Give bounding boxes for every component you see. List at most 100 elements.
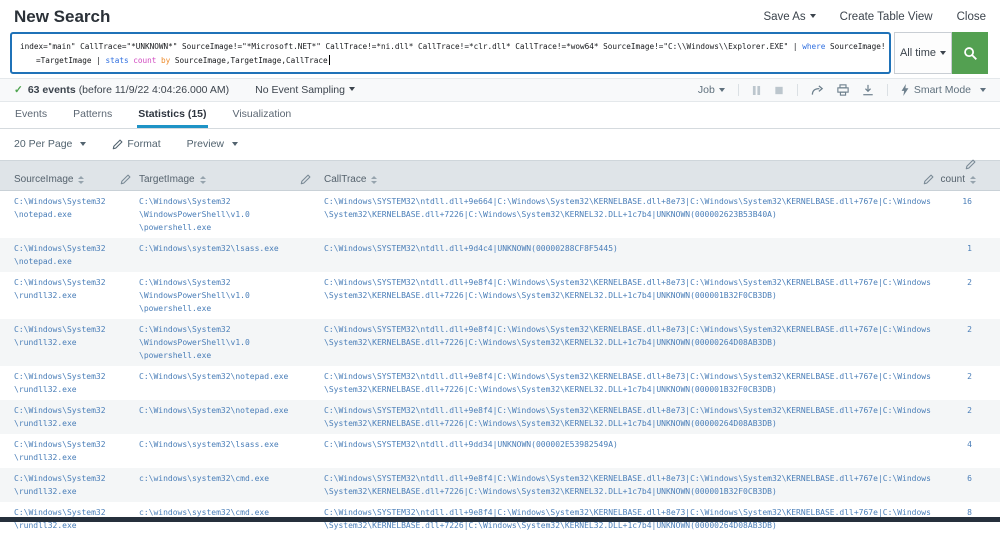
divider — [797, 84, 798, 96]
export-icon — [862, 84, 874, 96]
create-table-view-button[interactable]: Create Table View — [840, 11, 933, 23]
cell-source-image[interactable]: C:\Windows\System32\rundll32.exe — [14, 323, 114, 349]
table-row: C:\Windows\System32\rundll32.exe c:\wind… — [0, 468, 1000, 502]
table-row: C:\Windows\System32\rundll32.exe C:\Wind… — [0, 434, 1000, 468]
column-header-target-image[interactable]: TargetImage — [139, 174, 206, 185]
lightning-bolt-icon — [901, 84, 909, 96]
success-check-icon: ✓ — [14, 84, 23, 96]
cell-source-image[interactable]: C:\Windows\System32\rundll32.exe — [14, 438, 114, 464]
sort-icon — [970, 176, 976, 184]
caret-down-icon — [719, 88, 725, 92]
job-menu[interactable]: Job — [698, 84, 725, 96]
search-button[interactable] — [952, 32, 988, 74]
save-as-button[interactable]: Save As — [763, 11, 815, 23]
table-row: C:\Windows\System32\rundll32.exe C:\Wind… — [0, 400, 1000, 434]
cell-source-image[interactable]: C:\Windows\System32\notepad.exe — [14, 195, 114, 221]
close-button[interactable]: Close — [957, 11, 986, 23]
divider — [887, 84, 888, 96]
tab-patterns[interactable]: Patterns — [72, 108, 113, 128]
results-tabs: Events Patterns Statistics (15) Visualiz… — [0, 102, 1000, 129]
cell-count[interactable]: 2 — [934, 404, 976, 417]
cell-call-trace[interactable]: C:\Windows\SYSTEM32\ntdll.dll+9e8f4|C:\W… — [324, 370, 934, 396]
page-header: New Search Save As Create Table View Clo… — [0, 0, 1000, 32]
cell-source-image[interactable]: C:\Windows\System32\rundll32.exe — [14, 404, 114, 430]
search-bar: index="main" CallTrace="*UNKNOWN*" Sourc… — [10, 32, 988, 74]
cell-target-image[interactable]: C:\Windows\System32\WindowsPowerShell\v1… — [139, 323, 294, 362]
cell-target-image[interactable]: C:\Windows\system32\lsass.exe — [139, 438, 294, 451]
cell-count[interactable]: 16 — [934, 195, 976, 208]
column-header-source-image[interactable]: SourceImage — [14, 174, 84, 185]
cell-call-trace[interactable]: C:\Windows\SYSTEM32\ntdll.dll+9e8f4|C:\W… — [324, 276, 934, 302]
results-toolbar: 20 Per Page Format Preview — [0, 129, 1000, 160]
search-query-line-2: =TargetImage | stats count by SourceImag… — [20, 54, 885, 68]
share-icon — [811, 84, 824, 96]
cell-count[interactable]: 1 — [934, 242, 976, 255]
pencil-icon — [112, 139, 123, 150]
cell-count[interactable]: 2 — [934, 276, 976, 289]
cell-source-image[interactable]: C:\Windows\System32\notepad.exe — [14, 242, 114, 268]
caret-down-icon — [980, 88, 986, 92]
time-range-picker[interactable]: All time — [894, 32, 952, 74]
cell-call-trace[interactable]: C:\Windows\SYSTEM32\ntdll.dll+9e8f4|C:\W… — [324, 323, 934, 349]
event-count: 63 events — [28, 84, 76, 96]
cell-count[interactable]: 2 — [934, 370, 976, 383]
pencil-icon[interactable] — [120, 174, 131, 185]
table-body: C:\Windows\System32\notepad.exe C:\Windo… — [0, 191, 1000, 536]
cell-call-trace[interactable]: C:\Windows\SYSTEM32\ntdll.dll+9e664|C:\W… — [324, 195, 934, 221]
format-button[interactable]: Format — [112, 138, 160, 150]
per-page-dropdown[interactable]: 20 Per Page — [14, 138, 86, 150]
cell-source-image[interactable]: C:\Windows\System32\rundll32.exe — [14, 370, 114, 396]
print-icon — [837, 84, 849, 96]
divider — [738, 84, 739, 96]
cell-source-image[interactable]: C:\Windows\System32\rundll32.exe — [14, 276, 114, 302]
caret-down-icon — [232, 142, 238, 146]
preview-dropdown[interactable]: Preview — [187, 138, 238, 150]
event-sampling-dropdown[interactable]: No Event Sampling — [255, 84, 355, 96]
caret-down-icon — [349, 87, 355, 91]
cell-target-image[interactable]: C:\Windows\system32\lsass.exe — [139, 242, 294, 255]
column-header-count[interactable]: count — [941, 174, 976, 185]
table-row: C:\Windows\System32\notepad.exe C:\Windo… — [0, 238, 1000, 272]
tab-statistics[interactable]: Statistics (15) — [137, 108, 207, 128]
export-button[interactable] — [862, 84, 874, 96]
pause-button[interactable] — [752, 85, 761, 96]
cell-target-image[interactable]: C:\Windows\System32\WindowsPowerShell\v1… — [139, 276, 294, 315]
column-header-call-trace[interactable]: CallTrace — [324, 174, 377, 185]
table-row: C:\Windows\System32\rundll32.exe C:\Wind… — [0, 319, 1000, 366]
caret-down-icon — [80, 142, 86, 146]
stop-button[interactable] — [774, 85, 784, 96]
pencil-icon[interactable] — [923, 174, 934, 185]
cell-source-image[interactable]: C:\Windows\System32\rundll32.exe — [14, 472, 114, 498]
pause-icon — [752, 85, 761, 96]
cell-target-image[interactable]: C:\Windows\System32\WindowsPowerShell\v1… — [139, 195, 294, 234]
tab-events[interactable]: Events — [14, 108, 48, 128]
cell-target-image[interactable]: C:\Windows\System32\notepad.exe — [139, 404, 294, 417]
cell-count[interactable]: 6 — [934, 472, 976, 485]
cell-call-trace[interactable]: C:\Windows\SYSTEM32\ntdll.dll+9e8f4|C:\W… — [324, 404, 934, 430]
sort-icon — [371, 176, 377, 184]
search-query-input[interactable]: index="main" CallTrace="*UNKNOWN*" Sourc… — [10, 32, 891, 74]
cell-count[interactable]: 4 — [934, 438, 976, 451]
pencil-icon[interactable] — [300, 174, 311, 185]
cell-call-trace[interactable]: C:\Windows\SYSTEM32\ntdll.dll+9d4c4|UNKN… — [324, 242, 934, 255]
sort-icon — [78, 176, 84, 184]
cell-call-trace[interactable]: C:\Windows\SYSTEM32\ntdll.dll+9e8f4|C:\W… — [324, 472, 934, 498]
search-query-line-1: index="main" CallTrace="*UNKNOWN*" Sourc… — [20, 40, 885, 54]
search-icon — [963, 46, 978, 61]
share-button[interactable] — [811, 84, 824, 96]
table-header: SourceImage TargetImage CallTrace count — [0, 160, 1000, 191]
table-row: C:\Windows\System32\notepad.exe C:\Windo… — [0, 191, 1000, 238]
print-button[interactable] — [837, 84, 849, 96]
search-mode-dropdown[interactable]: Smart Mode — [901, 84, 986, 96]
stop-icon — [774, 85, 784, 96]
cell-target-image[interactable]: C:\Windows\System32\notepad.exe — [139, 370, 294, 383]
horizontal-scrollbar[interactable] — [0, 517, 1000, 522]
cell-count[interactable]: 2 — [934, 323, 976, 336]
tab-visualization[interactable]: Visualization — [232, 108, 293, 128]
page-title: New Search — [14, 7, 110, 27]
cell-call-trace[interactable]: C:\Windows\SYSTEM32\ntdll.dll+9dd34|UNKN… — [324, 438, 934, 451]
cell-target-image[interactable]: c:\windows\system32\cmd.exe — [139, 472, 294, 485]
table-row: C:\Windows\System32\rundll32.exe C:\Wind… — [0, 272, 1000, 319]
pencil-icon[interactable] — [965, 159, 976, 170]
sort-icon — [200, 176, 206, 184]
